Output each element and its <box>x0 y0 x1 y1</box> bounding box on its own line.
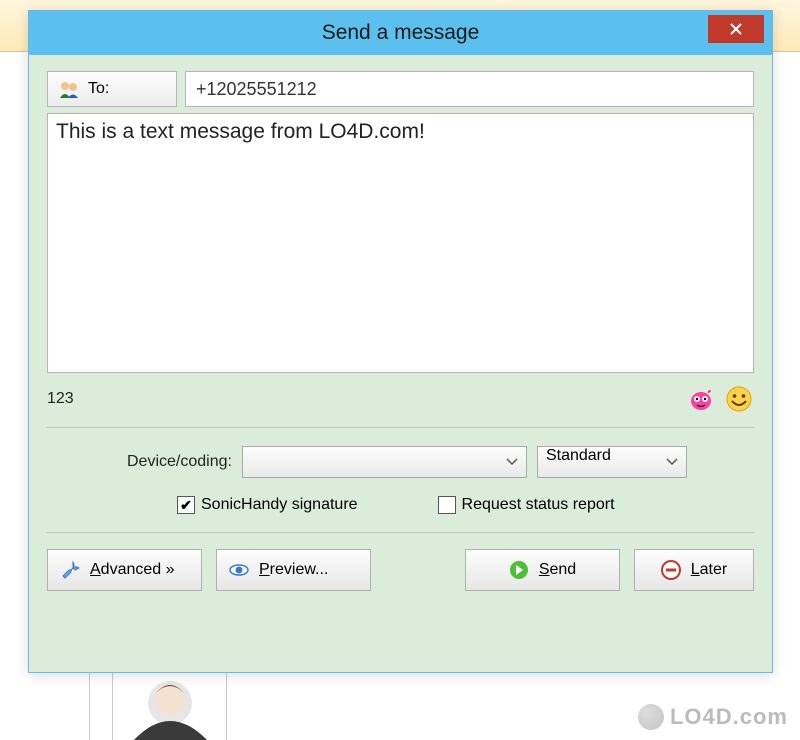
creature-icon <box>687 385 715 413</box>
spacer <box>385 549 451 591</box>
coding-select[interactable]: Standard <box>537 446 687 478</box>
device-label: Device/coding: <box>127 453 232 471</box>
emoji-creature-button[interactable] <box>686 384 716 414</box>
dialog-titlebar: Send a message <box>29 11 772 55</box>
emoji-row <box>686 384 754 414</box>
dialog-title: Send a message <box>29 21 772 45</box>
checkbox-box: ✔ <box>177 496 195 514</box>
checkbox-row: ✔ SonicHandy signature Request status re… <box>47 496 754 514</box>
chevron-down-icon <box>666 458 678 466</box>
send-arrow-icon <box>509 560 529 580</box>
emoji-smile-button[interactable] <box>724 384 754 414</box>
divider-2 <box>47 532 754 533</box>
signature-label: SonicHandy signature <box>201 496 358 514</box>
advanced-label: Advanced » <box>90 561 175 579</box>
preview-button[interactable]: Preview... <box>216 549 371 591</box>
button-row: Advanced » Preview... Send <box>47 549 754 591</box>
to-button[interactable]: To: <box>47 71 177 107</box>
preview-label: Preview... <box>259 561 328 579</box>
dialog-body: To: This is a text message from LO4D.com… <box>29 55 772 672</box>
eye-icon <box>229 560 249 580</box>
device-row: Device/coding: Standard <box>47 446 754 478</box>
watermark-orb-icon <box>638 704 664 730</box>
watermark: LO4D.com <box>638 704 788 730</box>
send-button[interactable]: Send <box>465 549 620 591</box>
later-label: Later <box>691 561 727 579</box>
wrench-icon <box>60 560 80 580</box>
message-textarea[interactable]: This is a text message from LO4D.com! <box>47 113 754 373</box>
background-right-strip <box>780 52 800 652</box>
chevron-down-icon <box>506 458 518 466</box>
status-report-checkbox[interactable]: Request status report <box>438 496 615 514</box>
stop-icon <box>661 560 681 580</box>
advanced-button[interactable]: Advanced » <box>47 549 202 591</box>
recipient-row: To: <box>47 71 754 107</box>
send-message-dialog: Send a message To: This is a text messag… <box>28 10 773 673</box>
checkbox-box <box>438 496 456 514</box>
count-row: 123 <box>47 383 754 415</box>
signature-checkbox[interactable]: ✔ SonicHandy signature <box>177 496 358 514</box>
to-label: To: <box>88 80 109 98</box>
coding-value: Standard <box>546 447 611 464</box>
later-button[interactable]: Later <box>634 549 754 591</box>
smile-icon <box>725 385 753 413</box>
status-report-label: Request status report <box>462 496 615 514</box>
send-label: Send <box>539 561 576 579</box>
contacts-icon <box>58 78 80 100</box>
to-input[interactable] <box>185 71 754 107</box>
close-button[interactable] <box>708 15 764 43</box>
close-icon <box>730 23 742 35</box>
char-count: 123 <box>47 390 74 408</box>
divider-1 <box>47 427 754 428</box>
watermark-text: LO4D.com <box>670 704 788 730</box>
device-select[interactable] <box>242 446 527 478</box>
